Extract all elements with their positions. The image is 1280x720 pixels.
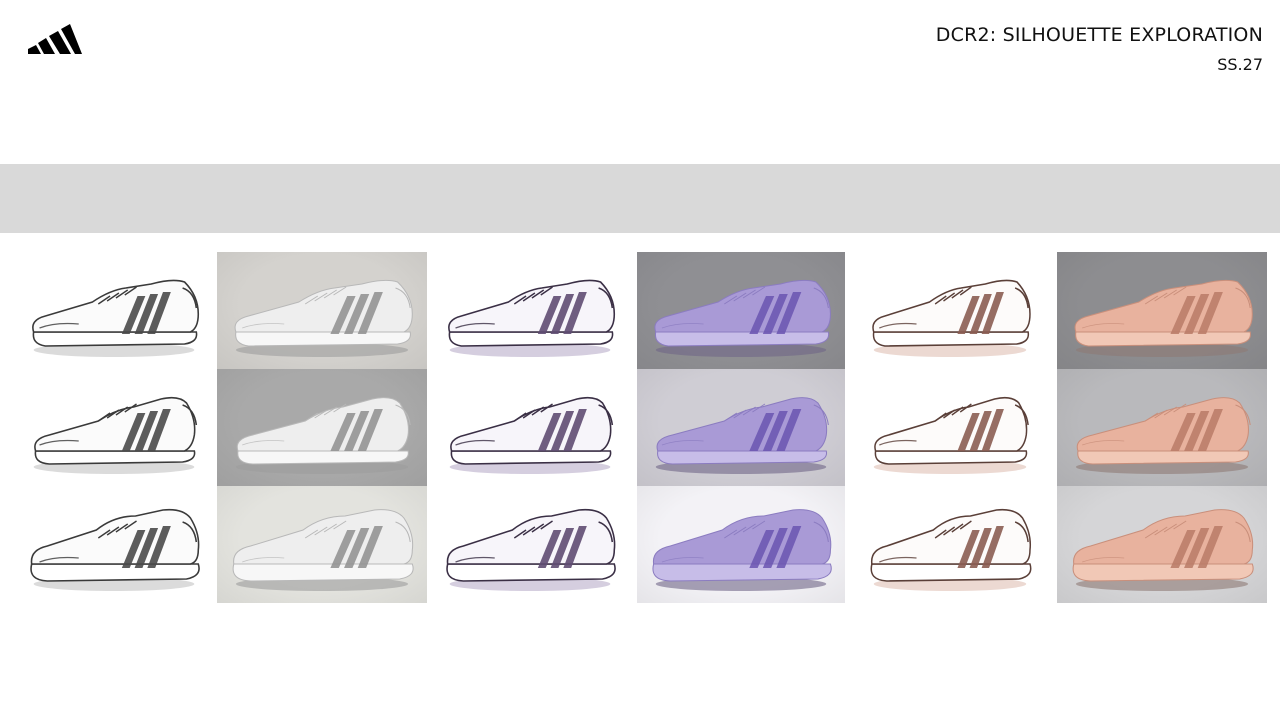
sneaker-illustration xyxy=(449,396,614,474)
shoe-image-render-peach-1 xyxy=(1057,252,1267,369)
shoe-image-sketch-neutral-2 xyxy=(16,369,212,486)
season-label: SS.27 xyxy=(1217,55,1263,74)
shoe-sole xyxy=(34,450,196,465)
sneaker-illustration xyxy=(1072,509,1254,591)
shoe-sole xyxy=(448,331,614,347)
shoe-upper xyxy=(656,397,828,452)
shoe-sole xyxy=(654,331,830,347)
shoe-image-render-violet-3 xyxy=(637,486,845,603)
shoe-image-render-neutral-3 xyxy=(217,486,427,603)
slide-title: DCR2: SILHOUETTE EXPLORATION xyxy=(935,24,1263,46)
sneaker-illustration xyxy=(32,279,200,357)
shoe-image-sketch-peach-1 xyxy=(857,252,1043,369)
sneaker-illustration xyxy=(652,509,832,591)
shoe-upper xyxy=(30,508,200,565)
shoe-sole xyxy=(30,563,200,582)
sneaker-illustration xyxy=(1075,397,1251,474)
sneaker-illustration xyxy=(30,508,200,591)
shoe-image-sketch-violet-2 xyxy=(432,369,628,486)
shoe-sole xyxy=(232,563,414,582)
grey-banner xyxy=(0,164,1280,233)
shoe-sole xyxy=(874,450,1028,465)
shoe-image-render-peach-2 xyxy=(1057,369,1267,486)
shoe-sole xyxy=(1077,450,1249,465)
shoe-upper xyxy=(652,509,832,565)
sneaker-illustration xyxy=(872,279,1031,357)
sneaker-illustration xyxy=(235,397,411,474)
sneaker-illustration xyxy=(873,396,1029,474)
adidas-performance-logo-icon xyxy=(28,24,82,54)
shoe-upper xyxy=(450,396,612,452)
shoe-image-sketch-neutral-3 xyxy=(16,486,212,603)
shoe-image-sketch-peach-3 xyxy=(857,486,1043,603)
shoe-upper xyxy=(34,396,196,452)
shoe-sole xyxy=(872,331,1030,347)
shoe-sole xyxy=(237,450,409,465)
shoe-image-sketch-peach-2 xyxy=(857,369,1043,486)
adidas-logo xyxy=(27,20,83,56)
shoe-sole xyxy=(32,331,198,347)
shoe-sole xyxy=(446,563,616,582)
shoe-sole xyxy=(1072,563,1254,582)
sneaker-illustration xyxy=(870,508,1032,591)
shoe-upper xyxy=(446,508,616,565)
shoe-sole xyxy=(235,331,411,347)
shoe-upper xyxy=(870,508,1032,565)
shoe-image-render-violet-2 xyxy=(637,369,845,486)
sneaker-illustration xyxy=(446,508,616,591)
shoe-image-render-neutral-1 xyxy=(217,252,427,369)
shoe-image-sketch-neutral-1 xyxy=(16,252,212,369)
shoe-upper xyxy=(1076,397,1249,452)
shoe-sole xyxy=(652,563,832,582)
shoe-upper xyxy=(236,397,409,452)
shoe-image-render-violet-1 xyxy=(637,252,845,369)
shoe-upper xyxy=(233,509,414,565)
shoe-sole xyxy=(657,450,828,465)
sneaker-illustration xyxy=(448,279,616,357)
shoe-sole xyxy=(1075,331,1251,347)
shoe-image-render-neutral-2 xyxy=(217,369,427,486)
sneaker-illustration xyxy=(654,279,831,357)
sneaker-illustration xyxy=(33,396,198,474)
shoe-image-sketch-violet-1 xyxy=(432,252,628,369)
shoe-image-sketch-violet-3 xyxy=(432,486,628,603)
shoe-upper xyxy=(1073,509,1254,565)
sneaker-illustration xyxy=(1074,279,1253,357)
shoe-sole xyxy=(870,563,1032,582)
shoe-sole xyxy=(450,450,612,465)
sneaker-illustration xyxy=(655,397,829,474)
sneaker-illustration xyxy=(232,509,414,591)
shoe-image-render-peach-3 xyxy=(1057,486,1267,603)
sneaker-illustration xyxy=(234,279,413,357)
shoe-upper xyxy=(874,396,1028,452)
